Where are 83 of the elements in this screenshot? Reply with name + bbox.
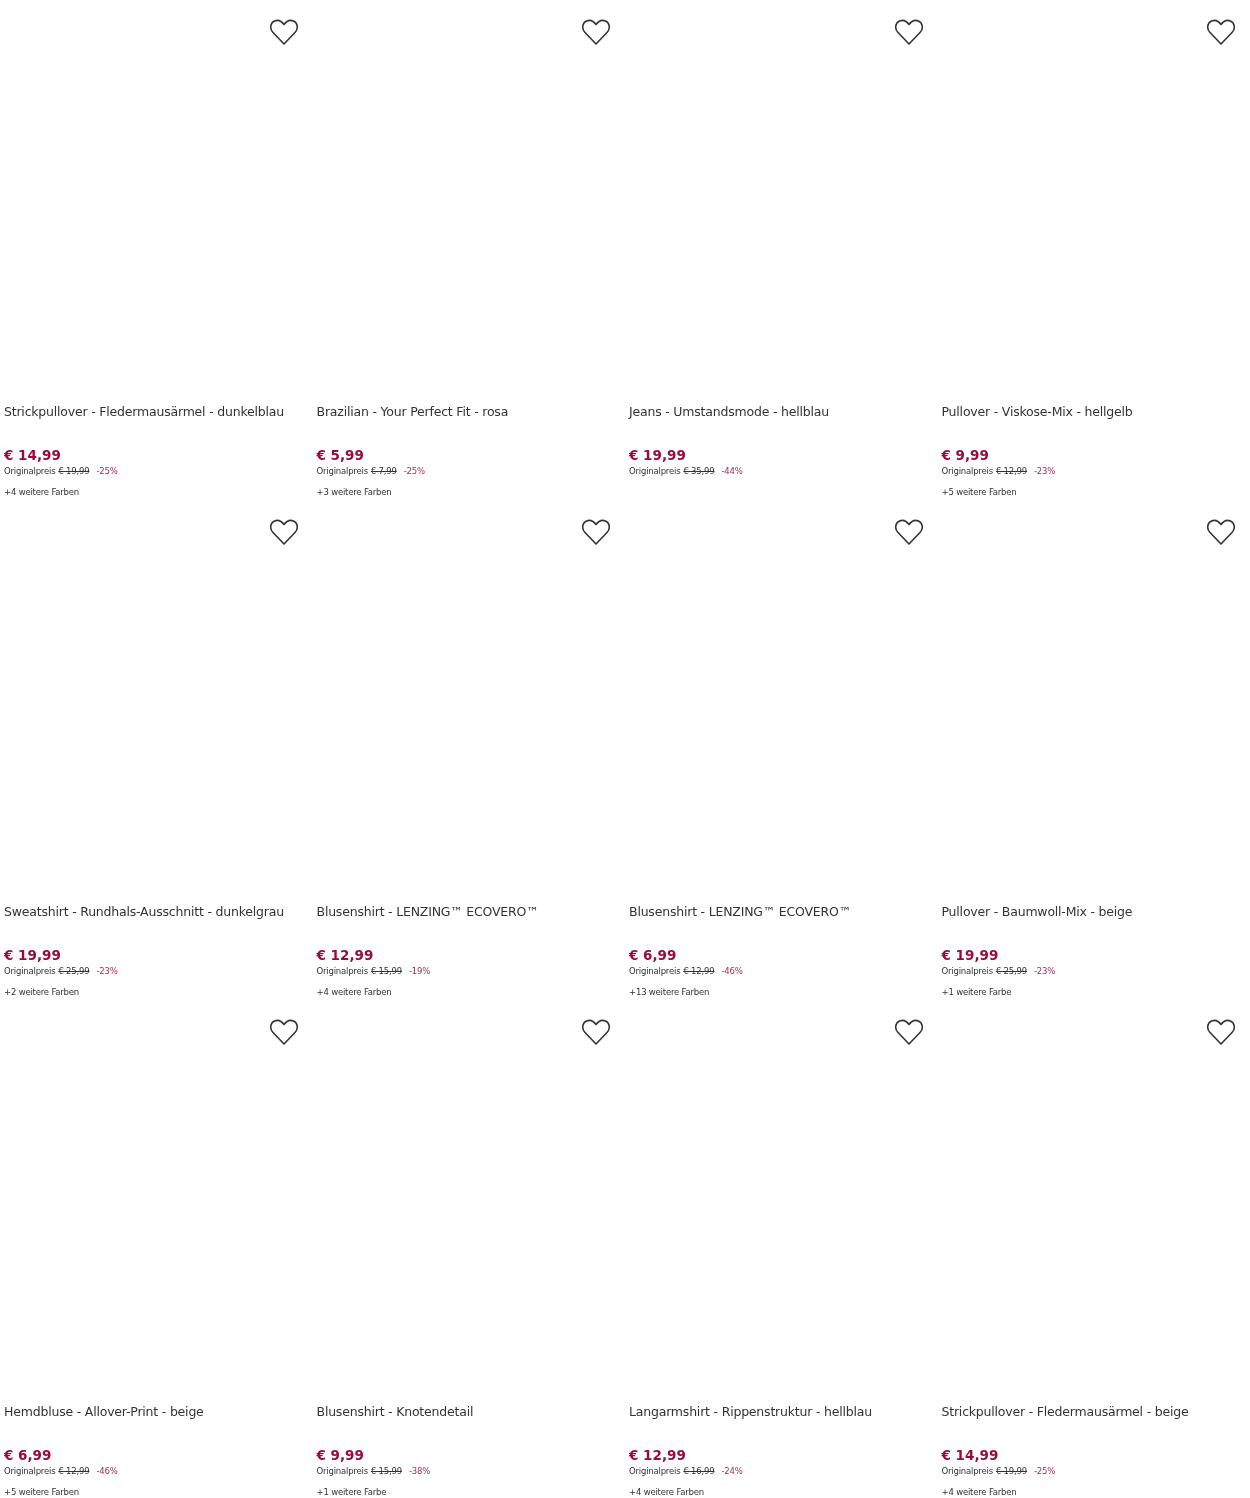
product-title[interactable]: Strickpullover - Fledermausärmel - dunkelblau (4, 404, 313, 440)
wishlist-button[interactable] (581, 18, 611, 46)
product-title[interactable]: Blusenshirt - LENZING™ ECOVERO™ (629, 904, 938, 940)
wishlist-button[interactable] (581, 518, 611, 546)
original-price: € 16,99 (683, 1465, 715, 1477)
original-price: € 25,99 (995, 965, 1027, 977)
more-colors-link[interactable]: +5 weitere Farben (4, 1486, 79, 1498)
more-colors-link[interactable]: +4 weitere Farben (629, 1486, 704, 1498)
sale-price: € 14,99 (4, 447, 61, 463)
original-price-label: Originalpreis (941, 965, 993, 977)
original-price: € 12,99 (995, 465, 1027, 477)
wishlist-button[interactable] (893, 1018, 924, 1046)
original-price-label: Originalpreis (629, 1465, 681, 1477)
original-price-label: Originalpreis (316, 465, 368, 477)
wishlist-button[interactable] (1206, 1018, 1236, 1046)
original-price: € 15,99 (370, 965, 402, 977)
original-price-label: Originalpreis (316, 1465, 368, 1477)
original-price: € 19,99 (995, 1465, 1027, 1477)
product-title[interactable]: Jeans - Umstandsmode - hellblau (629, 404, 938, 440)
original-price-label: Originalpreis (629, 465, 681, 477)
product-title[interactable]: Blusenshirt - Knotendetail (316, 1404, 625, 1440)
original-price: € 19,99 (58, 465, 90, 477)
product-title[interactable]: Hemdbluse - Allover-Print - beige (4, 1404, 313, 1440)
product-title[interactable]: Brazilian - Your Perfect Fit - rosa (316, 404, 625, 440)
discount-label: -23% (1033, 465, 1056, 477)
original-price: € 25,99 (58, 965, 90, 977)
more-colors-link[interactable]: +13 weitere Farben (629, 986, 710, 998)
wishlist-button[interactable] (268, 518, 299, 546)
sale-price: € 6,99 (4, 1447, 52, 1463)
discount-label: -25% (96, 465, 118, 477)
more-colors-link[interactable]: +5 weitere Farben (941, 486, 1017, 498)
more-colors-link[interactable]: +1 weitere Farbe (941, 986, 1012, 998)
wishlist-button[interactable] (893, 518, 924, 546)
discount-label: -19% (408, 965, 431, 977)
sale-price: € 6,99 (629, 947, 677, 963)
discount-label: -46% (721, 965, 743, 977)
more-colors-link[interactable]: +4 weitere Farben (4, 486, 79, 498)
discount-label: -25% (403, 465, 425, 477)
sale-price: € 14,99 (941, 1447, 999, 1463)
wishlist-button[interactable] (268, 1018, 299, 1046)
product-title[interactable]: Strickpullover - Fledermausärmel - beige (941, 1404, 1250, 1440)
more-colors-link[interactable]: +4 weitere Farben (316, 986, 392, 998)
more-colors-link[interactable]: +3 weitere Farben (316, 486, 392, 498)
more-colors-link[interactable]: +4 weitere Farben (941, 1486, 1017, 1498)
product-title[interactable]: Sweatshirt - Rundhals-Ausschnitt - dunkelgrau (4, 904, 313, 940)
sale-price: € 12,99 (316, 947, 374, 963)
product-title[interactable]: Pullover - Viskose-Mix - hellgelb (941, 404, 1250, 440)
discount-label: -46% (96, 1465, 118, 1477)
sale-price: € 9,99 (316, 1447, 364, 1463)
original-price-label: Originalpreis (316, 965, 368, 977)
sale-price: € 19,99 (629, 447, 686, 463)
sale-price: € 9,99 (941, 447, 989, 463)
wishlist-button[interactable] (581, 1018, 611, 1046)
original-price: € 35,99 (683, 465, 715, 477)
discount-label: -23% (1033, 965, 1056, 977)
wishlist-button[interactable] (1206, 518, 1236, 546)
sale-price: € 5,99 (316, 447, 364, 463)
wishlist-button[interactable] (893, 18, 924, 46)
original-price: € 15,99 (370, 1465, 402, 1477)
original-price: € 7,99 (370, 465, 397, 477)
original-price-label: Originalpreis (941, 465, 993, 477)
discount-label: -38% (408, 1465, 431, 1477)
more-colors-link[interactable]: +2 weitere Farben (4, 986, 79, 998)
original-price-label: Originalpreis (4, 1465, 56, 1477)
more-colors-link[interactable]: +1 weitere Farbe (316, 1486, 387, 1498)
original-price-label: Originalpreis (4, 965, 56, 977)
original-price-label: Originalpreis (629, 965, 681, 977)
wishlist-button[interactable] (1206, 18, 1236, 46)
sale-price: € 12,99 (629, 1447, 686, 1463)
discount-label: -23% (96, 965, 118, 977)
discount-label: -25% (1033, 1465, 1056, 1477)
wishlist-button[interactable] (268, 18, 299, 46)
original-price: € 12,99 (58, 1465, 90, 1477)
product-title[interactable]: Langarmshirt - Rippenstruktur - hellblau (629, 1404, 938, 1440)
sale-price: € 19,99 (941, 947, 999, 963)
product-title[interactable]: Pullover - Baumwoll-Mix - beige (941, 904, 1250, 940)
discount-label: -24% (721, 1465, 743, 1477)
product-title[interactable]: Blusenshirt - LENZING™ ECOVERO™ (316, 904, 625, 940)
original-price: € 12,99 (683, 965, 715, 977)
sale-price: € 19,99 (4, 947, 61, 963)
original-price-label: Originalpreis (941, 1465, 993, 1477)
original-price-label: Originalpreis (4, 465, 56, 477)
discount-label: -44% (721, 465, 743, 477)
